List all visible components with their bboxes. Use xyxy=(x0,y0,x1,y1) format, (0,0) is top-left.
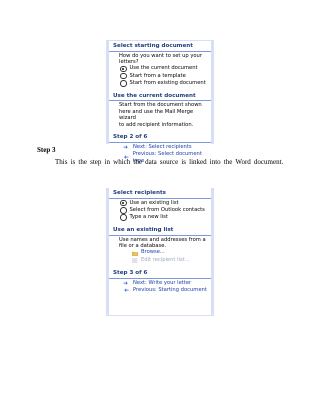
mail-merge-pane-step2: Select starting document How do you want… xyxy=(106,40,214,164)
description-line-3: to add recipient information. xyxy=(119,121,194,128)
option-use-current-document[interactable]: Use the current document xyxy=(109,65,211,73)
option-start-from-existing-document[interactable]: Start from existing document xyxy=(109,80,211,87)
step-title: Step 2 of 6 xyxy=(109,132,211,143)
folder-icon xyxy=(132,251,138,256)
browse-link[interactable]: Browse... xyxy=(109,249,211,256)
question-line-1: How do you want to set up your xyxy=(119,52,202,59)
radio-icon[interactable] xyxy=(120,207,127,214)
link-label: Next: Select recipients xyxy=(133,143,192,150)
option-start-from-template[interactable]: Start from a template xyxy=(109,73,211,80)
section-title-select-starting-document: Select starting document xyxy=(109,41,211,52)
arrow-right-icon: ➜ xyxy=(123,143,129,151)
radio-icon[interactable] xyxy=(120,80,127,87)
link-label: Next: Write your letter xyxy=(133,279,192,286)
option-use-existing-list[interactable]: Use an existing list xyxy=(109,200,211,207)
step-title: Step 3 of 6 xyxy=(109,268,211,279)
option-label: Select from Outlook contacts xyxy=(129,206,205,213)
next-select-recipients-link[interactable]: ➜ Next: Select recipients xyxy=(109,144,211,151)
edit-list-icon xyxy=(132,258,138,263)
edit-recipient-label: Edit recipient list... xyxy=(141,256,190,263)
step-paragraph: This is the step in which the data sourc… xyxy=(55,158,284,166)
previous-starting-document-link[interactable]: ➜ Previous: Starting document xyxy=(109,287,211,294)
next-write-your-letter-link[interactable]: ➜ Next: Write your letter xyxy=(109,280,211,287)
section-title-use-current-document: Use the current document xyxy=(109,91,211,102)
browse-label: Browse... xyxy=(141,249,165,256)
description-line-1: Start from the document shown xyxy=(119,102,202,109)
arrow-left-icon: ➜ xyxy=(123,286,129,294)
edit-recipient-list-link[interactable]: Edit recipient list... xyxy=(109,257,211,264)
step-heading: Step 3 xyxy=(37,146,56,154)
radio-selected-icon[interactable] xyxy=(120,199,127,207)
link-label: Previous: Starting document xyxy=(133,286,207,293)
description-line-2: here and use the Mail Merge wizard xyxy=(119,108,194,122)
option-label: Start from a template xyxy=(129,72,186,79)
arrow-right-icon: ➜ xyxy=(123,279,129,287)
section-title-select-recipients: Select recipients xyxy=(109,188,211,199)
option-label: Start from existing document xyxy=(129,79,206,86)
radio-icon[interactable] xyxy=(120,72,127,80)
option-select-outlook-contacts[interactable]: Select from Outlook contacts xyxy=(109,207,211,214)
option-label: Use an existing list xyxy=(129,199,179,206)
option-label: Use the current document xyxy=(129,65,198,72)
option-label: Type a new list xyxy=(129,213,168,220)
section-title-use-existing-list: Use an existing list xyxy=(109,225,211,236)
radio-selected-icon[interactable] xyxy=(120,65,127,73)
option-type-new-list[interactable]: Type a new list xyxy=(109,214,211,221)
mail-merge-pane-step3: Select recipients Use an existing list S… xyxy=(106,188,214,316)
radio-icon[interactable] xyxy=(120,214,127,221)
